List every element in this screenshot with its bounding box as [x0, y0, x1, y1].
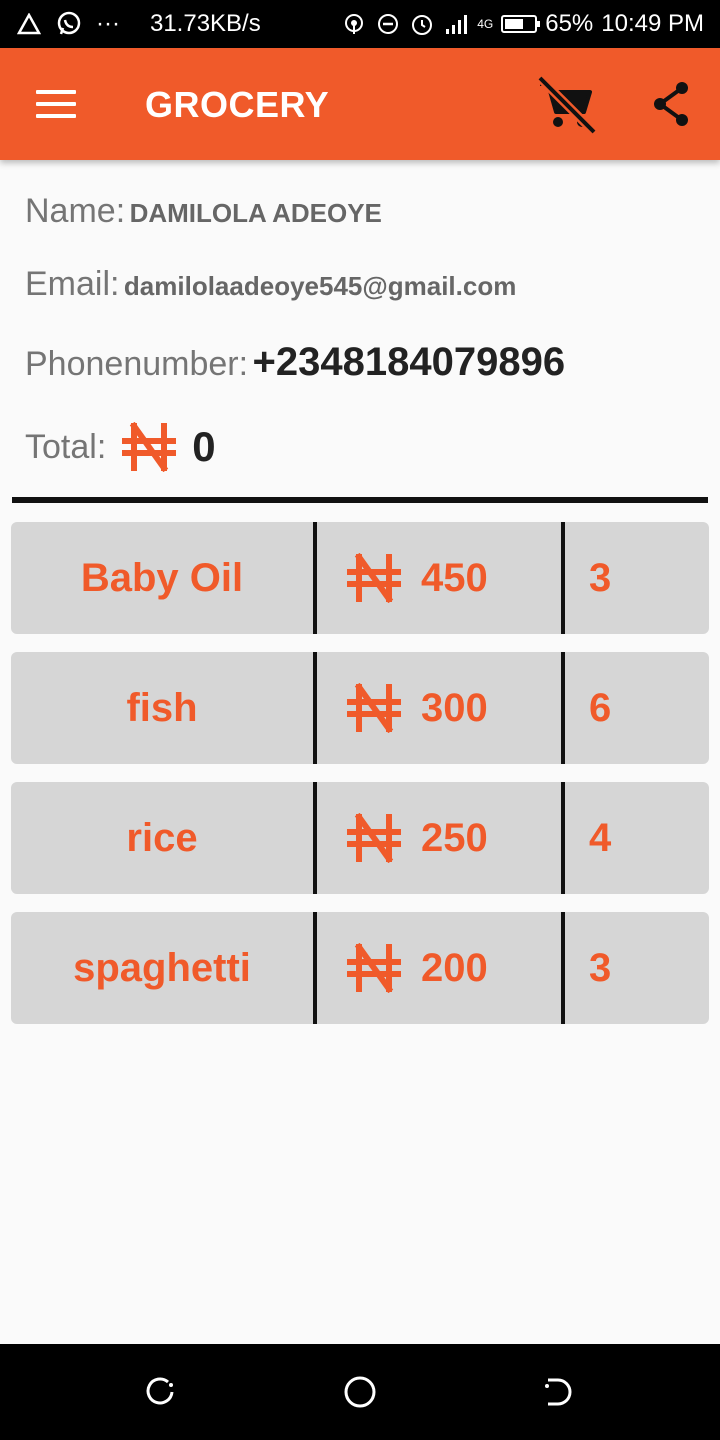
- name-row: Name: DAMILOLA ADEOYE: [25, 192, 382, 231]
- naira-icon: [347, 943, 401, 993]
- list-item[interactable]: rice 250 4: [11, 782, 709, 894]
- recent-apps-icon[interactable]: [142, 1374, 178, 1410]
- item-quantity: 3: [589, 555, 612, 600]
- item-name: rice: [126, 815, 198, 860]
- do-not-disturb-icon: [375, 11, 401, 37]
- total-label: Total:: [25, 427, 107, 466]
- divider: [12, 497, 708, 503]
- email-value: damilolaadeoye545@gmail.com: [123, 271, 517, 301]
- item-name: Baby Oil: [80, 555, 244, 600]
- item-price-value: 450: [421, 555, 488, 600]
- item-price-value: 300: [421, 685, 488, 730]
- back-icon[interactable]: [540, 1374, 576, 1410]
- item-name: spaghetti: [73, 945, 251, 990]
- item-price: 300: [317, 652, 561, 764]
- list-item[interactable]: spaghetti 200 3: [11, 912, 709, 1024]
- total-value: 0: [192, 423, 216, 470]
- navigation-bar: [0, 1344, 720, 1440]
- menu-icon[interactable]: [36, 90, 76, 120]
- item-quantity: 4: [589, 815, 612, 860]
- remove-shopping-cart-icon[interactable]: [534, 72, 600, 138]
- phone-value: +2348184079896: [252, 340, 566, 384]
- item-price: 450: [317, 522, 561, 634]
- item-price-value: 250: [421, 815, 488, 860]
- app-bar: GROCERY: [0, 48, 720, 160]
- app-title: GROCERY: [145, 84, 330, 125]
- more-notifications-icon: ···: [96, 10, 120, 37]
- home-icon[interactable]: [342, 1374, 378, 1410]
- list-item[interactable]: Baby Oil 450 3: [11, 522, 709, 634]
- naira-icon: [347, 813, 401, 863]
- email-label: Email:: [25, 265, 120, 303]
- battery-icon: [501, 15, 541, 33]
- naira-icon: [347, 553, 401, 603]
- item-quantity: 3: [589, 945, 612, 990]
- share-icon[interactable]: [650, 80, 694, 128]
- warning-triangle-icon: [16, 11, 42, 37]
- clock: 10:49 PM: [601, 10, 704, 37]
- status-bar: ··· 31.73KB/s 4G 65% 10:49 PM: [0, 0, 720, 48]
- item-price: 250: [317, 782, 561, 894]
- list-item[interactable]: fish 300 6: [11, 652, 709, 764]
- network-type: 4G: [477, 17, 494, 31]
- hotspot-icon: [341, 11, 367, 37]
- name-value: DAMILOLA ADEOYE: [129, 198, 382, 228]
- naira-icon: [122, 422, 176, 472]
- phone-label: Phonenumber:: [25, 345, 249, 383]
- phone-row: Phonenumber: +2348184079896: [25, 340, 565, 385]
- signal-icon: [443, 11, 469, 37]
- whatsapp-icon: [56, 11, 82, 37]
- naira-icon: [347, 683, 401, 733]
- item-price-value: 200: [421, 945, 488, 990]
- network-speed: 31.73KB/s: [149, 10, 261, 37]
- total-row: Total: 0: [25, 422, 216, 472]
- item-name: fish: [126, 685, 198, 730]
- name-label: Name:: [25, 192, 126, 230]
- item-price: 200: [317, 912, 561, 1024]
- email-row: Email: damilolaadeoye545@gmail.com: [25, 265, 516, 304]
- alarm-icon: [409, 11, 435, 37]
- item-quantity: 6: [589, 685, 612, 730]
- battery-percent: 65%: [545, 10, 594, 37]
